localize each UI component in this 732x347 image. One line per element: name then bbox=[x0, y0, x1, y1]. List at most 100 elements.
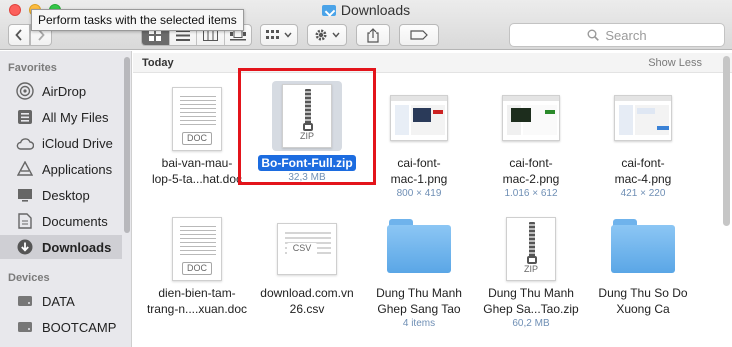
arrange-button[interactable] bbox=[260, 24, 298, 46]
image-thumbnail bbox=[502, 95, 560, 141]
folder-icon bbox=[611, 219, 675, 273]
arrange-grid-icon bbox=[266, 30, 279, 39]
file-item[interactable]: DOC bai-van-mau- lop-5-ta...hat.doc bbox=[141, 81, 253, 187]
file-browser: Today Show Less DOC bai-van-mau- lop-5-t… bbox=[133, 51, 732, 347]
sidebar-section-devices: Devices bbox=[8, 272, 50, 284]
file-item[interactable]: cai-font- mac-4.png 421 × 220 bbox=[587, 81, 699, 200]
group-title: Today bbox=[142, 57, 174, 69]
file-name-line1: dien-bien-tam- bbox=[158, 286, 236, 300]
sidebar-item-label: Desktop bbox=[42, 187, 90, 203]
airdrop-icon bbox=[16, 82, 34, 100]
sidebar-item-label: iCloud Drive bbox=[42, 135, 113, 151]
search-placeholder: Search bbox=[605, 27, 647, 43]
tag-icon bbox=[410, 30, 428, 40]
sidebar-item-label: Documents bbox=[42, 213, 108, 229]
all-files-icon bbox=[16, 108, 34, 126]
file-name-line1: bai-van-mau- bbox=[161, 156, 233, 170]
file-item[interactable]: cai-font- mac-2.png 1.016 × 612 bbox=[475, 81, 587, 200]
file-name-line2: mac-4.png bbox=[614, 172, 672, 186]
file-name-line1: cai-font- bbox=[397, 156, 441, 170]
file-name-line1: cai-font- bbox=[621, 156, 665, 170]
list-icon bbox=[175, 29, 190, 41]
documents-icon bbox=[16, 212, 34, 230]
sidebar-item-label: Downloads bbox=[42, 239, 112, 255]
desktop-icon bbox=[16, 186, 34, 204]
sidebar-item-label: Applications bbox=[42, 161, 113, 177]
sidebar-item-bootcamp[interactable]: BOOTCAMP bbox=[0, 315, 122, 339]
gear-icon bbox=[315, 29, 327, 41]
sidebar-section-favorites: Favorites bbox=[8, 62, 57, 74]
share-button[interactable] bbox=[356, 24, 390, 46]
columns-icon bbox=[202, 29, 218, 41]
file-name-line1: Dung Thu Manh bbox=[488, 286, 574, 300]
file-name-line2: Xuong Ca bbox=[616, 302, 670, 316]
file-name-line1: Dung Thu Manh bbox=[376, 286, 462, 300]
tooltip: Perform tasks with the selected items bbox=[31, 9, 244, 31]
downloads-icon bbox=[16, 238, 34, 256]
file-meta: 421 × 220 bbox=[620, 188, 666, 199]
highlight-annotation bbox=[238, 68, 376, 185]
cloud-icon bbox=[16, 134, 34, 152]
action-button[interactable] bbox=[307, 24, 347, 46]
file-name-line2: Ghep Sa...Tao.zip bbox=[483, 302, 579, 316]
sidebar-item-all-my-files[interactable]: All My Files bbox=[0, 105, 122, 129]
sidebar: Favorites AirDrop All My Files iCloud Dr… bbox=[0, 51, 132, 347]
file-name-line2: mac-2.png bbox=[502, 172, 560, 186]
sidebar-item-data[interactable]: DATA bbox=[0, 289, 122, 313]
disk-icon bbox=[16, 318, 34, 336]
applications-icon bbox=[16, 160, 34, 178]
sidebar-item-icloud-drive[interactable]: iCloud Drive bbox=[0, 131, 122, 155]
sidebar-item-label: All My Files bbox=[42, 109, 109, 125]
edit-tags-button[interactable] bbox=[399, 24, 439, 46]
sidebar-item-downloads[interactable]: Downloads bbox=[0, 235, 122, 259]
file-name-line2: Ghep Sang Tao bbox=[377, 302, 461, 316]
share-icon bbox=[367, 27, 379, 43]
file-name-line1: cai-font- bbox=[509, 156, 553, 170]
sidebar-scrollbar[interactable] bbox=[124, 57, 130, 233]
search-field[interactable]: Search bbox=[509, 23, 725, 47]
chevron-left-icon bbox=[15, 29, 22, 41]
file-name-line1: download.com.vn bbox=[260, 286, 354, 300]
file-item[interactable]: ZIP Dung Thu Manh Ghep Sa...Tao.zip 60,2… bbox=[475, 211, 587, 330]
downloads-folder-icon bbox=[321, 5, 336, 16]
image-thumbnail bbox=[614, 95, 672, 141]
file-name-line2: 26.csv bbox=[289, 302, 325, 316]
back-button[interactable] bbox=[8, 24, 30, 46]
folder-icon bbox=[387, 219, 451, 273]
zip-file-icon: ZIP bbox=[506, 217, 556, 281]
cover-flow-icon bbox=[229, 29, 246, 40]
file-name-line2: lop-5-ta...hat.doc bbox=[151, 172, 243, 186]
file-meta: 1.016 × 612 bbox=[504, 188, 558, 199]
sidebar-item-desktop[interactable]: Desktop bbox=[0, 183, 122, 207]
content-scrollbar[interactable] bbox=[723, 56, 730, 226]
doc-file-icon: DOC bbox=[172, 87, 222, 151]
csv-file-icon: CSV bbox=[277, 223, 337, 275]
sidebar-item-label: AirDrop bbox=[42, 83, 87, 99]
chevron-down-icon bbox=[332, 32, 340, 38]
disk-icon bbox=[16, 292, 34, 310]
file-name-line2: trang-n....xuan.doc bbox=[146, 302, 248, 316]
sidebar-item-label: DATA bbox=[42, 293, 75, 309]
show-less-button[interactable]: Show Less bbox=[648, 53, 702, 73]
toolbar: Downloads Perform tasks with the selecte… bbox=[0, 0, 732, 50]
file-item[interactable]: cai-font- mac-1.png 800 × 419 bbox=[363, 81, 475, 200]
folder-item[interactable]: Dung Thu Manh Ghep Sang Tao 4 items bbox=[363, 211, 475, 330]
group-header-today: Today Show Less bbox=[133, 53, 732, 73]
file-meta: 4 items bbox=[402, 318, 436, 329]
file-meta: 800 × 419 bbox=[396, 188, 442, 199]
file-item[interactable]: CSV download.com.vn 26.csv bbox=[251, 211, 363, 317]
image-thumbnail bbox=[390, 95, 448, 141]
doc-file-icon: DOC bbox=[172, 217, 222, 281]
file-name-line1: Dung Thu So Do bbox=[598, 286, 688, 300]
sidebar-item-label: BOOTCAMP bbox=[42, 319, 117, 335]
sidebar-item-applications[interactable]: Applications bbox=[0, 157, 122, 181]
folder-item[interactable]: Dung Thu So Do Xuong Ca bbox=[587, 211, 699, 317]
file-meta: 60,2 MB bbox=[512, 318, 550, 329]
window-title-text: Downloads bbox=[340, 2, 411, 18]
sidebar-item-airdrop[interactable]: AirDrop bbox=[0, 79, 122, 103]
file-item[interactable]: DOC dien-bien-tam- trang-n....xuan.doc bbox=[141, 211, 253, 317]
chevron-down-icon bbox=[284, 32, 292, 38]
file-name-line2: mac-1.png bbox=[390, 172, 448, 186]
sidebar-item-documents[interactable]: Documents bbox=[0, 209, 122, 233]
search-icon bbox=[587, 29, 600, 41]
